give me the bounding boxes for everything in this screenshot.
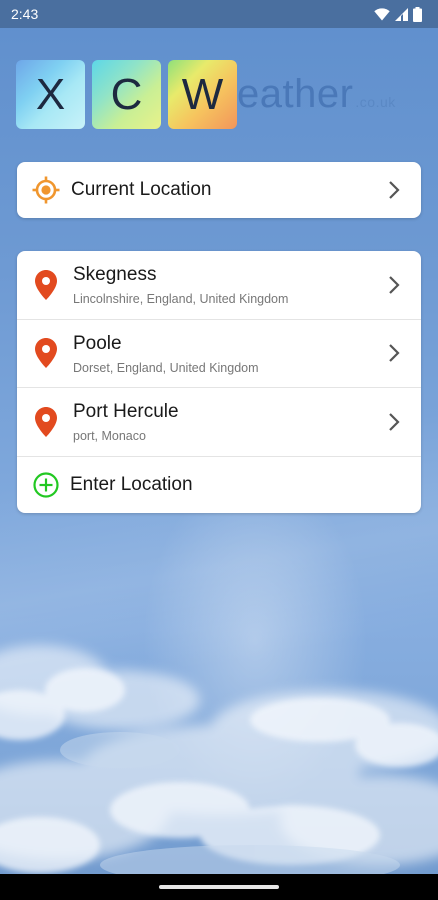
wifi-icon: [374, 7, 390, 21]
chevron-right-icon: [383, 411, 405, 433]
location-row-port-hercule[interactable]: Port Hercule port, Monaco: [17, 388, 421, 457]
location-detail: Lincolnshire, England, United Kingdom: [73, 292, 289, 307]
location-name: Skegness: [73, 264, 157, 286]
logo-wordmark: eather .co.uk: [237, 60, 396, 137]
map-pin-icon: [33, 406, 59, 438]
crosshair-icon: [31, 175, 61, 205]
enter-location-button[interactable]: Enter Location: [17, 457, 421, 513]
chevron-right-icon: [383, 179, 405, 201]
location-detail: port, Monaco: [73, 429, 146, 444]
location-detail: Dorset, England, United Kingdom: [73, 360, 259, 375]
location-name: Port Hercule: [73, 401, 179, 423]
clouds-background: [0, 645, 438, 875]
logo-tile-w: W: [168, 60, 237, 129]
add-circle-icon: [32, 471, 60, 499]
location-row-poole[interactable]: Poole Dorset, England, United Kingdom: [17, 320, 421, 388]
status-bar: 2:43: [0, 0, 438, 28]
home-gesture-handle[interactable]: [159, 885, 279, 889]
app-logo: X C W eather .co.uk: [16, 60, 396, 129]
enter-location-label: Enter Location: [70, 473, 193, 495]
status-time: 2:43: [11, 6, 39, 22]
logo-domain-ext: .co.uk: [355, 94, 396, 110]
location-name: Poole: [73, 332, 122, 354]
navigation-bar: [0, 874, 438, 900]
map-pin-icon: [33, 337, 59, 369]
logo-tile-c: C: [92, 60, 161, 129]
logo-tile-x: X: [16, 60, 85, 129]
current-location-label: Current Location: [71, 179, 212, 200]
signal-icon: [395, 7, 408, 21]
current-location-button[interactable]: Current Location: [17, 162, 421, 218]
chevron-right-icon: [383, 274, 405, 296]
chevron-right-icon: [383, 342, 405, 364]
battery-icon: [413, 6, 422, 22]
map-pin-icon: [33, 269, 59, 301]
location-row-skegness[interactable]: Skegness Lincolnshire, England, United K…: [17, 251, 421, 320]
saved-locations-list: Skegness Lincolnshire, England, United K…: [17, 251, 421, 513]
